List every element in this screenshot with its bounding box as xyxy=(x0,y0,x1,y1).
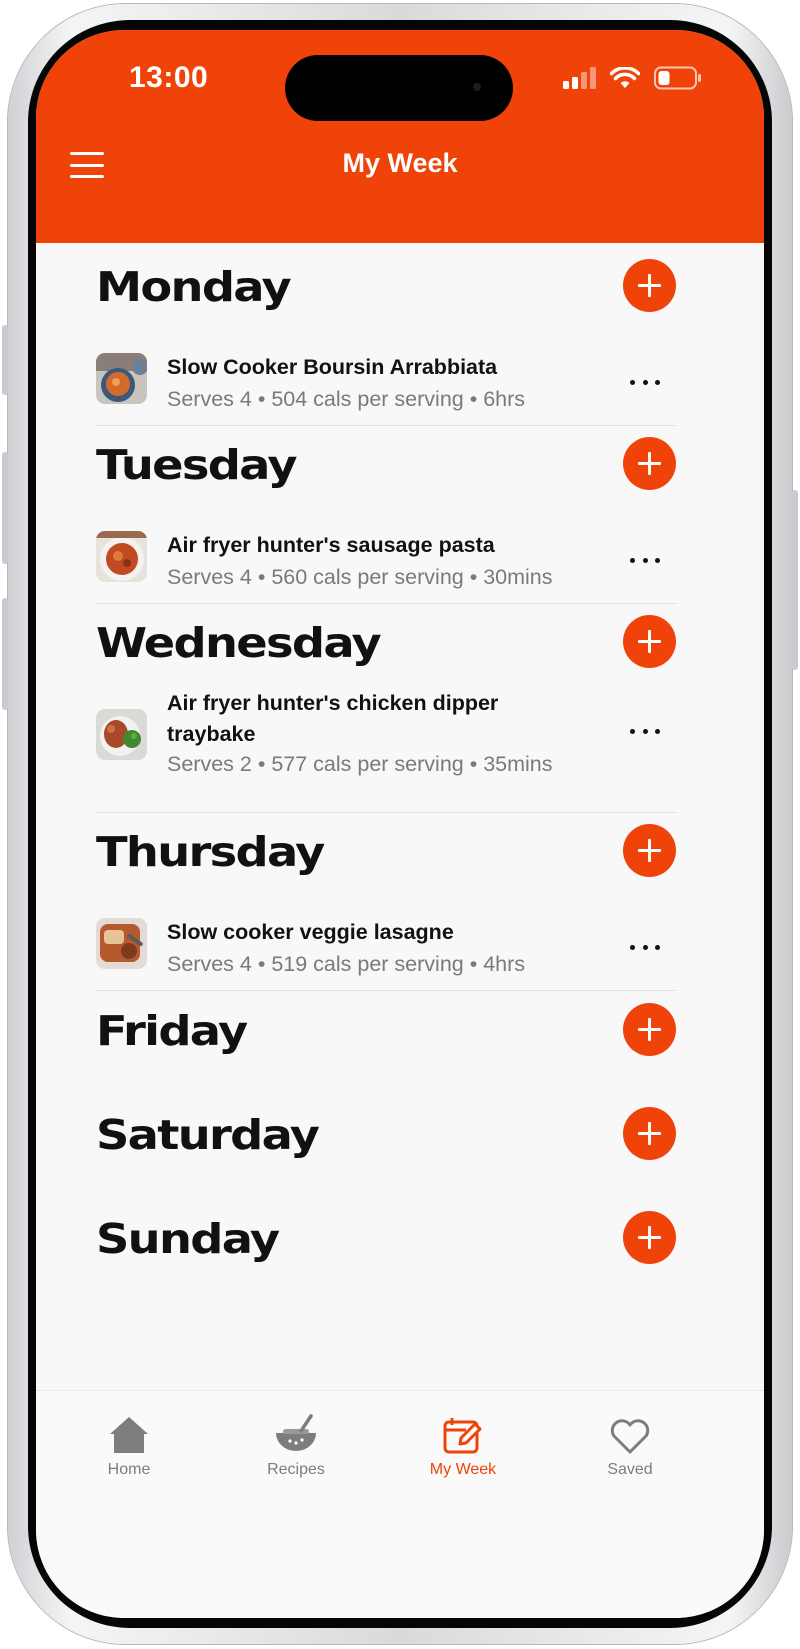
day-heading: Sunday xyxy=(96,1215,280,1263)
more-options-icon[interactable] xyxy=(630,377,660,387)
page-title: My Week xyxy=(342,148,458,178)
day-heading: Friday xyxy=(96,1007,248,1055)
day-heading: Thursday xyxy=(96,828,325,876)
add-recipe-button[interactable] xyxy=(623,1107,676,1160)
edit-calendar-icon xyxy=(443,1418,482,1454)
recipe-meta: Serves 4 • 504 cals per serving • 6hrs xyxy=(167,387,526,411)
bowl-icon xyxy=(276,1414,316,1451)
add-recipe-button[interactable] xyxy=(623,259,676,312)
recipe-meta: Serves 4 • 519 cals per serving • 4hrs xyxy=(167,952,526,976)
recipe-meta: Serves 4 • 560 cals per serving • 30mins xyxy=(167,565,553,589)
cellular-signal-icon xyxy=(563,67,596,89)
recipe-thumbnail xyxy=(96,531,147,582)
add-recipe-button[interactable] xyxy=(623,824,676,877)
tab-saved[interactable]: Saved xyxy=(570,1411,690,1479)
camera-dot xyxy=(473,83,481,91)
status-icons xyxy=(563,66,702,90)
tab-label: My Week xyxy=(429,1461,497,1478)
tab-recipes[interactable]: Recipes xyxy=(236,1411,356,1479)
add-recipe-button[interactable] xyxy=(623,1211,676,1264)
divider xyxy=(96,990,676,991)
dynamic-island xyxy=(285,55,513,121)
recipe-title: Air fryer hunter's sausage pasta xyxy=(167,533,495,557)
add-recipe-button[interactable] xyxy=(623,1003,676,1056)
app-screen: 13:00 My Week Monday Slow Cooker Boursin… xyxy=(36,30,764,1618)
day-heading: Tuesday xyxy=(96,441,298,489)
power-button xyxy=(792,490,798,670)
divider xyxy=(96,812,676,813)
tab-label: Home xyxy=(107,1461,151,1478)
recipe-thumbnail xyxy=(96,353,147,404)
tab-home[interactable]: Home xyxy=(69,1411,189,1479)
recipe-title: Slow Cooker Boursin Arrabbiata xyxy=(167,355,498,379)
tab-my-week[interactable]: My Week xyxy=(403,1411,523,1479)
day-heading: Wednesday xyxy=(96,619,382,667)
more-options-icon[interactable] xyxy=(630,726,660,736)
home-icon xyxy=(110,1417,148,1453)
recipe-thumbnail xyxy=(96,709,147,760)
recipe-title: Air fryer hunter's chicken dipper trayba… xyxy=(167,691,499,746)
heart-icon xyxy=(610,1419,650,1454)
tab-label: Saved xyxy=(607,1461,653,1478)
more-options-icon[interactable] xyxy=(630,942,660,952)
divider xyxy=(96,603,676,604)
recipe-meta: Serves 2 • 577 cals per serving • 35mins xyxy=(167,752,553,776)
status-time: 13:00 xyxy=(129,61,209,94)
day-heading: Monday xyxy=(96,263,292,311)
more-options-icon[interactable] xyxy=(630,555,660,565)
divider xyxy=(96,425,676,426)
add-recipe-button[interactable] xyxy=(623,437,676,490)
wifi-icon xyxy=(610,67,640,88)
tab-label: Recipes xyxy=(267,1461,325,1478)
add-recipe-button[interactable] xyxy=(623,615,676,668)
tab-bar: Home Recipes My Week Saved xyxy=(36,1390,764,1618)
day-heading: Saturday xyxy=(96,1111,320,1159)
recipe-title: Slow cooker veggie lasagne xyxy=(167,920,454,944)
recipe-thumbnail xyxy=(96,918,147,969)
app-header: 13:00 My Week xyxy=(36,30,764,243)
battery-icon xyxy=(654,66,701,90)
